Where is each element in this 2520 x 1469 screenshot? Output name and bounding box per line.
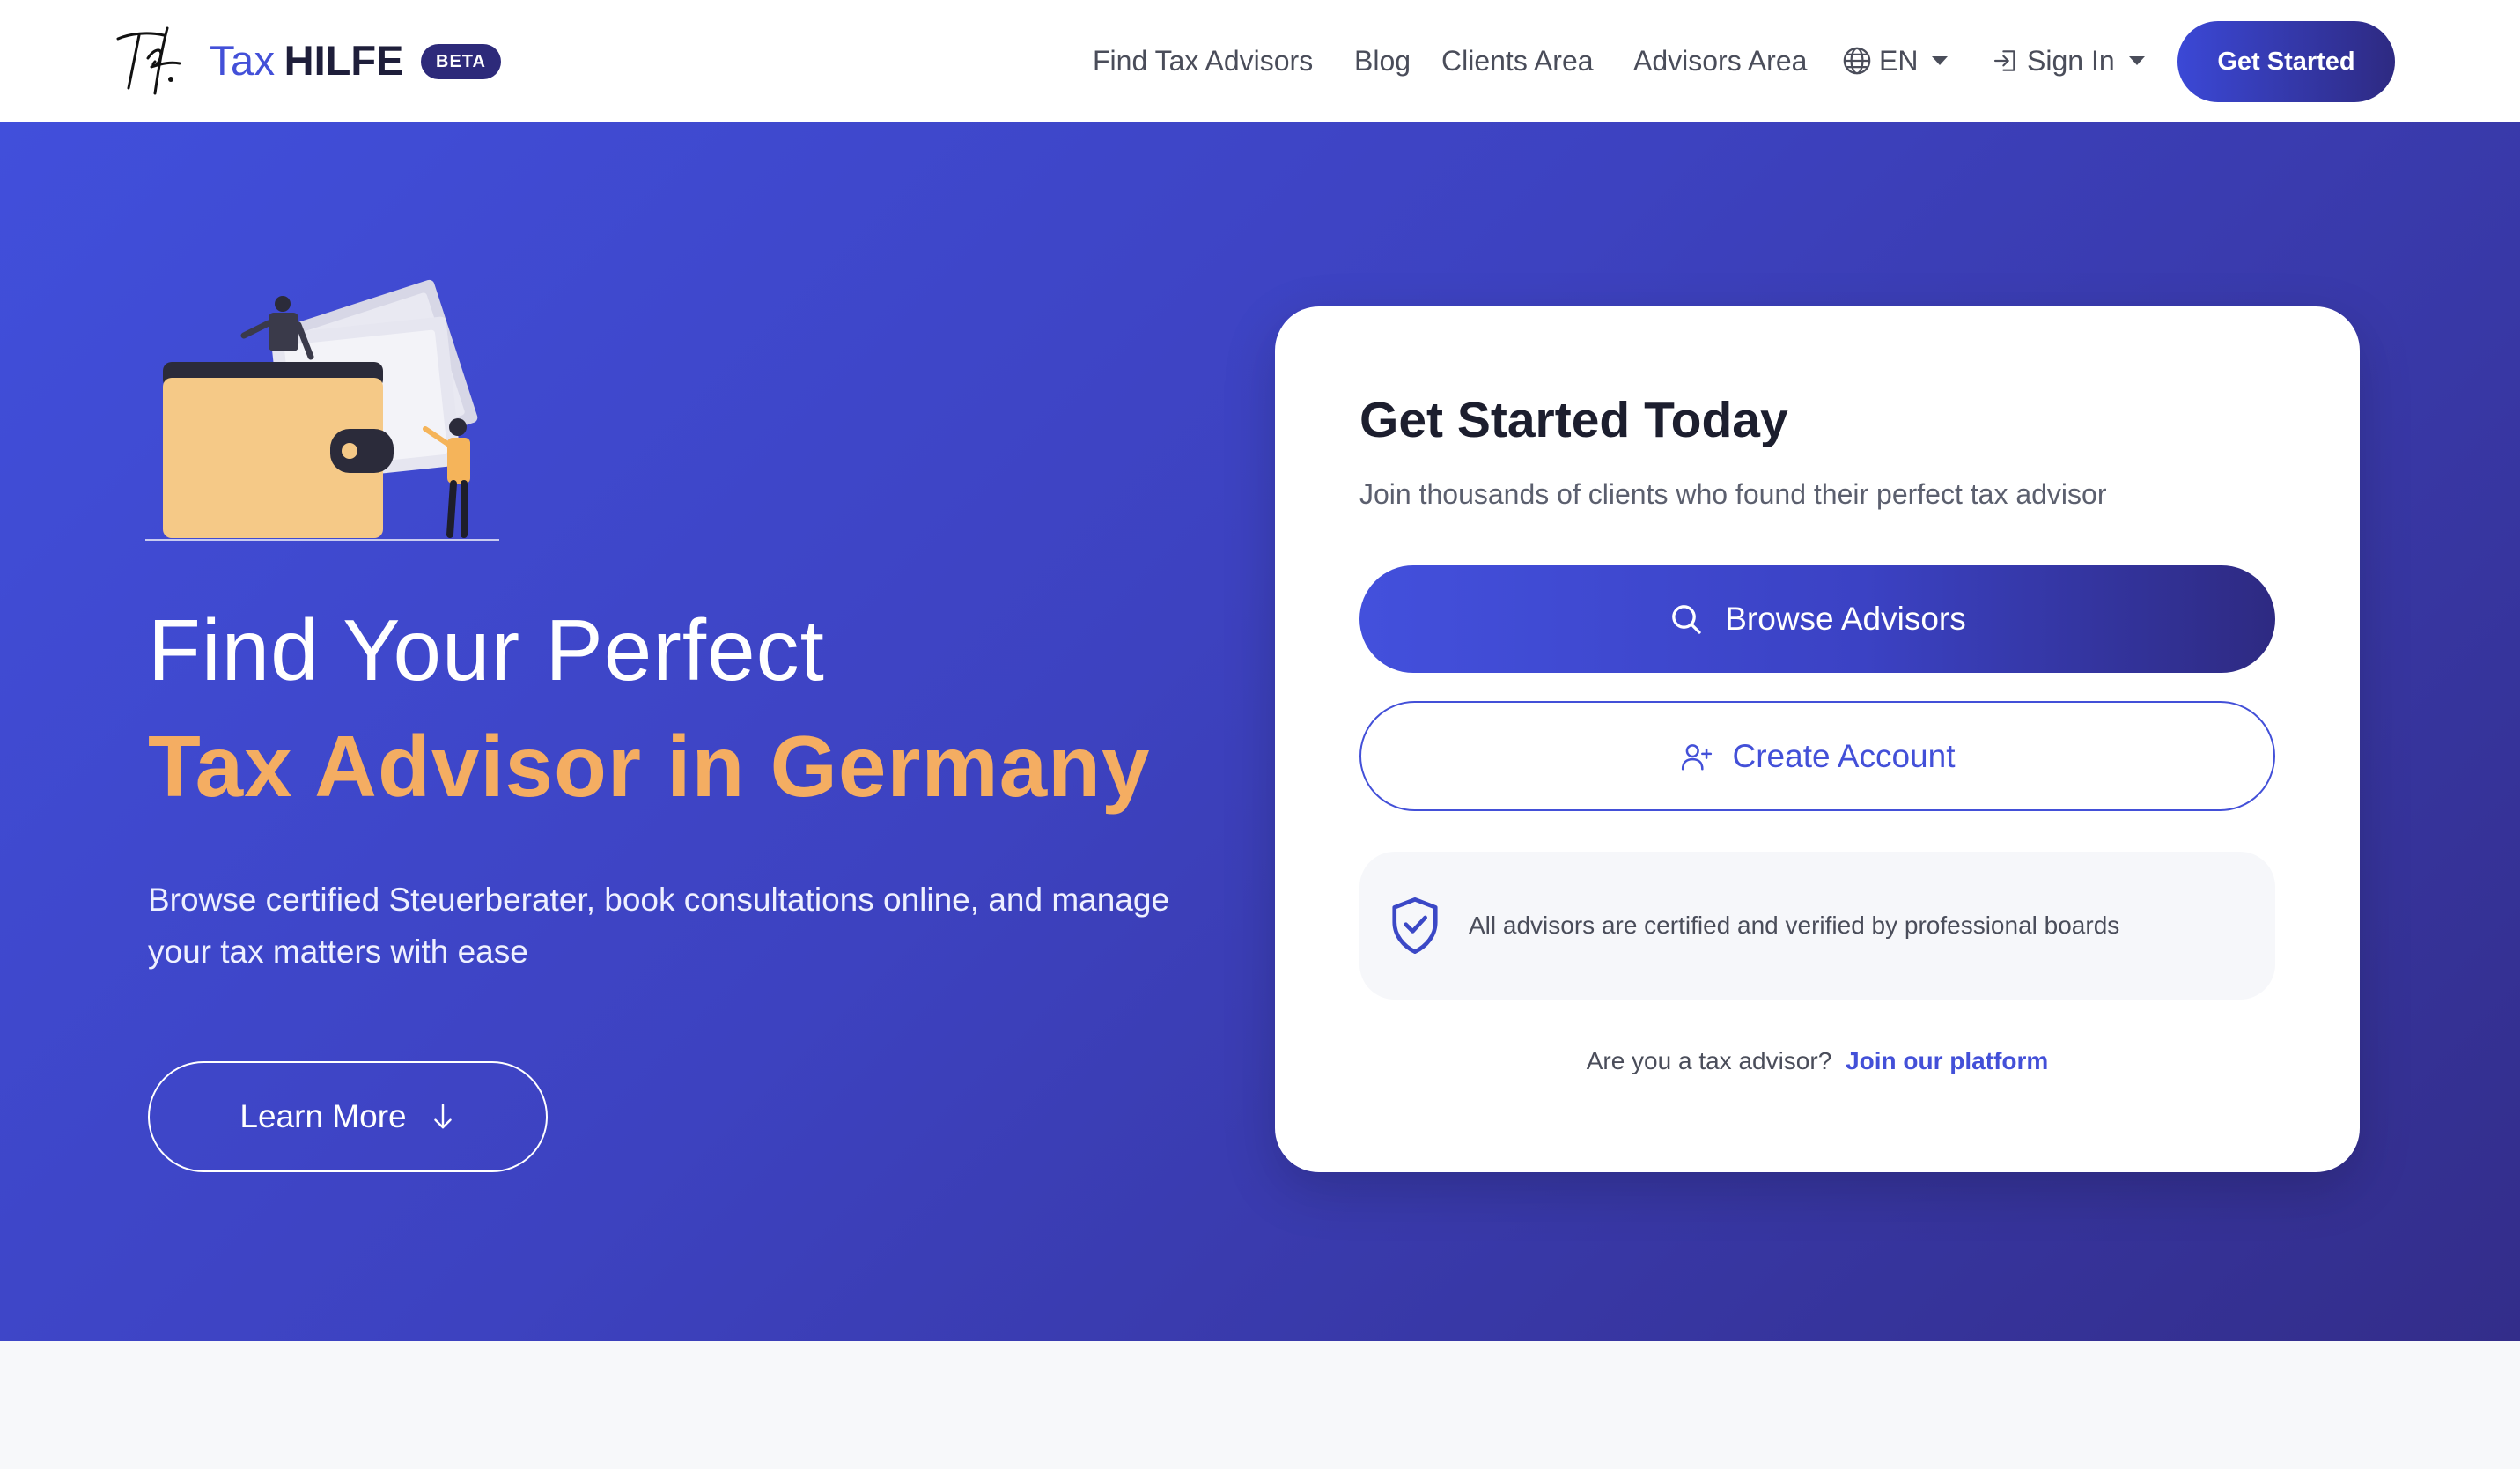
wallet-money-illustration	[145, 279, 499, 541]
brand-tax: Tax	[210, 36, 276, 84]
card-title: Get Started Today	[1359, 392, 1788, 448]
join-platform-link[interactable]: Join our platform	[1846, 1047, 2048, 1074]
get-started-card: Get Started Today Join thousands of clie…	[1275, 306, 2360, 1172]
advisor-prompt-text: Are you a tax advisor?	[1586, 1047, 1832, 1074]
browse-advisors-button[interactable]: Browse Advisors	[1359, 565, 2275, 673]
hero-section: Find Your Perfect Tax Advisor in Germany…	[0, 122, 2520, 1341]
logo-signature-icon[interactable]	[113, 23, 183, 97]
verification-notice: All advisors are certified and verified …	[1359, 852, 2275, 1000]
beta-badge: BETA	[421, 44, 501, 79]
shield-check-icon	[1392, 897, 1438, 955]
user-plus-icon	[1681, 743, 1712, 771]
advisor-join-prompt: Are you a tax advisor? Join our platform	[1275, 1047, 2360, 1075]
sign-in-icon	[1993, 50, 2015, 71]
hero-subtitle: Browse certified Steuerberater, book con…	[148, 882, 1170, 970]
get-started-button[interactable]: Get Started	[2177, 21, 2395, 102]
language-label: EN	[1879, 44, 1919, 77]
learn-more-label: Learn More	[239, 1098, 407, 1134]
lower-section	[0, 1341, 2520, 1469]
verification-text: All advisors are certified and verified …	[1469, 912, 2120, 939]
hero-title-line1: Find Your Perfect	[148, 602, 825, 698]
arrow-down-icon	[433, 1104, 452, 1129]
search-icon	[1672, 605, 1701, 634]
create-account-button[interactable]: Create Account	[1359, 701, 2275, 811]
create-account-label: Create Account	[1732, 737, 1956, 774]
sign-in-dropdown[interactable]: Sign In	[1992, 39, 2145, 83]
brand-name[interactable]: Tax HILFE	[210, 33, 403, 86]
chevron-down-icon	[2128, 56, 2145, 65]
language-dropdown[interactable]: EN	[1842, 39, 1949, 83]
sign-in-label: Sign In	[2027, 44, 2115, 77]
globe-icon	[1843, 47, 1871, 75]
hero-title-line2: Tax Advisor in Germany	[148, 718, 1151, 815]
nav-blog[interactable]: Blog	[1354, 39, 1411, 83]
nav-find-tax-advisors[interactable]: Find Tax Advisors	[1093, 39, 1313, 83]
chevron-down-icon	[1932, 56, 1949, 65]
nav-advisors-area[interactable]: Advisors Area	[1633, 39, 1807, 83]
card-subtitle: Join thousands of clients who found thei…	[1359, 478, 2107, 510]
brand-hilfe: HILFE	[284, 36, 404, 84]
learn-more-button[interactable]: Learn More	[148, 1061, 548, 1172]
site-header: Tax HILFE BETA Find Tax Advisors Blog Cl…	[0, 0, 2520, 122]
browse-advisors-label: Browse Advisors	[1725, 601, 1966, 637]
nav-clients-area[interactable]: Clients Area	[1441, 39, 1594, 83]
